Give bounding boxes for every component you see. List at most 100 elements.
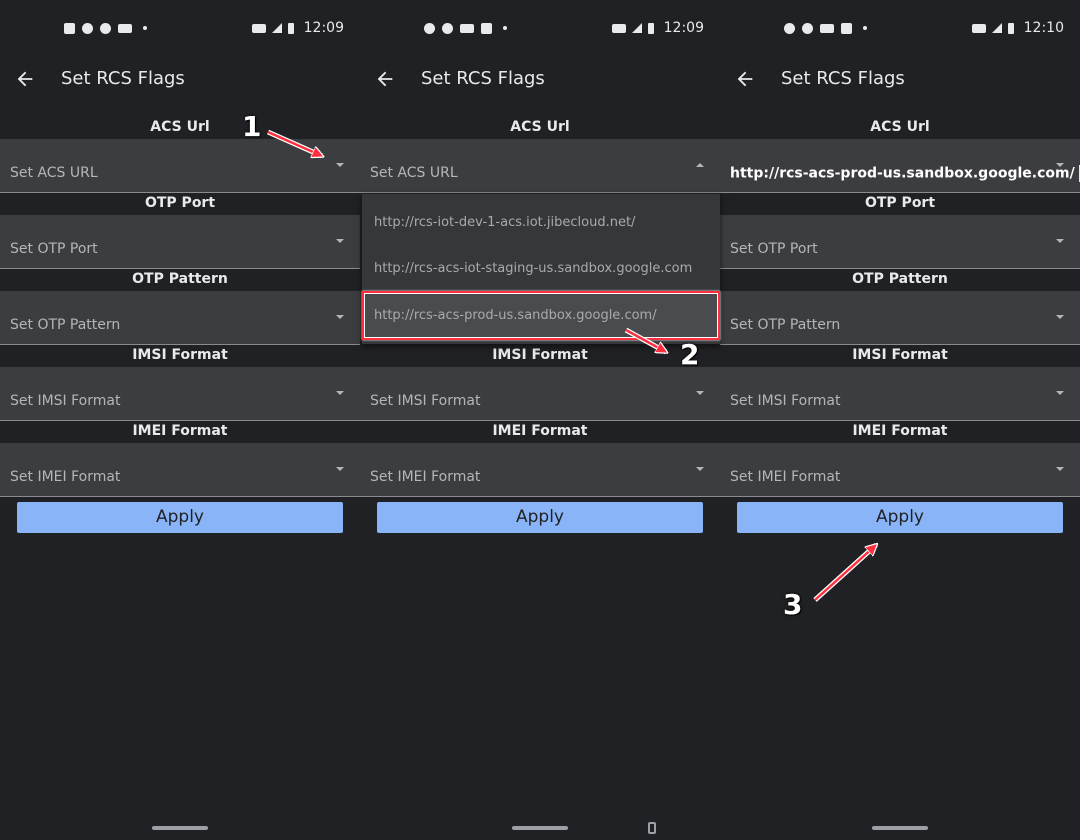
acs-url-label: ACS Url [510, 119, 570, 135]
nav-gesture-handle[interactable] [152, 826, 208, 830]
nav-gesture-handle[interactable] [512, 826, 568, 830]
annotation-number-1: 1 [242, 110, 262, 143]
system-icons: 12:10 [971, 19, 1064, 37]
imei-format-dropdown[interactable]: Set IMEI Format [0, 443, 360, 497]
dropdown-option-jibecloud[interactable]: http://rcs-iot-dev-1-acs.iot.jibecloud.n… [362, 200, 720, 246]
imei-format-value: Set IMEI Format [10, 469, 121, 485]
page-title: Set RCS Flags [781, 68, 905, 89]
dropdown-caret-icon [1056, 163, 1064, 167]
imei-format-dropdown[interactable]: Set IMEI Format [360, 443, 720, 497]
system-icons: 12:09 [251, 19, 344, 37]
battery-icon [1007, 22, 1014, 34]
selection-highlight-box [362, 291, 720, 340]
apply-button[interactable]: Apply [17, 502, 343, 533]
otp-pattern-value: Set OTP Pattern [730, 317, 841, 333]
back-arrow-icon[interactable] [734, 68, 756, 90]
imei-format-value: Set IMEI Format [370, 469, 481, 485]
s-app-icon [841, 22, 852, 34]
imei-format-value: Set IMEI Format [730, 469, 841, 485]
status-bar: 12:09 [0, 0, 360, 56]
otp-port-dropdown[interactable]: Set OTP Port [0, 215, 360, 269]
apply-button[interactable]: Apply [377, 502, 703, 533]
facebook-icon [784, 22, 795, 34]
acs-url-label: ACS Url [150, 119, 210, 135]
otp-pattern-value: Set OTP Pattern [10, 317, 121, 333]
dropdown-caret-icon [336, 163, 344, 167]
dropdown-caret-icon [1056, 467, 1064, 471]
imei-format-label: IMEI Format [492, 423, 588, 439]
imsi-format-dropdown[interactable]: Set IMSI Format [360, 367, 720, 421]
otp-port-label: OTP Port [144, 195, 216, 211]
status-time: 12:09 [303, 20, 344, 36]
more-notifications-icon [863, 26, 867, 30]
screen-1: 12:09 Set RCS Flags ACS Url Set ACS URL … [0, 0, 360, 840]
imei-format-label: IMEI Format [132, 423, 228, 439]
status-bar: 12:10 [720, 0, 1080, 56]
acs-url-dropdown[interactable]: Set ACS URL [0, 139, 360, 193]
battery-icon [647, 22, 654, 34]
rotate-icon[interactable] [648, 822, 656, 834]
screens-row: 12:09 Set RCS Flags ACS Url Set ACS URL … [0, 0, 1080, 840]
wifi-calling-icon [251, 23, 266, 33]
acs-url-label: ACS Url [870, 119, 930, 135]
pinwheel-icon [442, 22, 453, 34]
otp-port-value: Set OTP Port [730, 241, 818, 257]
image-notification-icon [64, 22, 75, 34]
dropdown-caret-icon [336, 239, 344, 243]
mail-icon [118, 23, 132, 33]
back-arrow-icon[interactable] [374, 68, 396, 90]
wifi-calling-icon [611, 23, 626, 33]
app-bar: Set RCS Flags [360, 56, 720, 104]
facebook-icon [424, 22, 435, 34]
more-notifications-icon [503, 26, 507, 30]
screen-2: 12:09 Set RCS Flags ACS Url Set ACS URL … [360, 0, 720, 840]
dropdown-caret-icon [696, 391, 704, 395]
otp-pattern-label: OTP Pattern [852, 271, 948, 287]
signal-icon [991, 23, 1002, 33]
acs-url-input[interactable]: http://rcs-acs-prod-us.sandbox.google.co… [720, 139, 1080, 193]
otp-port-value: Set OTP Port [10, 241, 98, 257]
otp-port-dropdown[interactable]: Set OTP Port [720, 215, 1080, 269]
signal-icon [631, 23, 642, 33]
imsi-format-dropdown[interactable]: Set IMSI Format [0, 367, 360, 421]
otp-pattern-label: OTP Pattern [132, 271, 228, 287]
apply-button[interactable]: Apply [737, 502, 1063, 533]
signal-icon [271, 23, 282, 33]
imsi-format-dropdown[interactable]: Set IMSI Format [720, 367, 1080, 421]
mail-icon [460, 23, 474, 33]
s-app-icon [481, 22, 492, 34]
imsi-format-value: Set IMSI Format [730, 393, 841, 409]
imei-format-label: IMEI Format [852, 423, 948, 439]
app-bar: Set RCS Flags [720, 56, 1080, 104]
dropdown-caret-icon [1056, 315, 1064, 319]
dropdown-caret-icon [1056, 239, 1064, 243]
acs-url-value: Set ACS URL [370, 165, 458, 181]
acs-url-value: http://rcs-acs-prod-us.sandbox.google.co… [730, 165, 1080, 182]
acs-url-dropdown[interactable]: Set ACS URL [360, 139, 720, 193]
otp-port-label: OTP Port [864, 195, 936, 211]
dropdown-caret-icon [696, 467, 704, 471]
imei-format-dropdown[interactable]: Set IMEI Format [720, 443, 1080, 497]
otp-pattern-dropdown[interactable]: Set OTP Pattern [0, 291, 360, 345]
page-title: Set RCS Flags [61, 68, 185, 89]
mail-icon [820, 23, 834, 33]
wifi-calling-icon [971, 23, 986, 33]
facebook-icon [82, 22, 93, 34]
dropdown-caret-icon [336, 467, 344, 471]
dropdown-caret-icon [336, 315, 344, 319]
annotation-number-3: 3 [783, 588, 803, 621]
pinwheel-icon [100, 22, 111, 34]
dropdown-caret-up-icon [696, 163, 704, 167]
pinwheel-icon [802, 22, 813, 34]
app-bar: Set RCS Flags [0, 56, 360, 104]
notification-icons [784, 20, 867, 36]
annotation-number-2: 2 [680, 338, 700, 371]
screen-3: 12:10 Set RCS Flags ACS Url http://rcs-a… [720, 0, 1080, 840]
dropdown-option-staging[interactable]: http://rcs-acs-iot-staging-us.sandbox.go… [362, 246, 720, 292]
dropdown-caret-icon [336, 391, 344, 395]
notification-icons [424, 20, 507, 36]
dropdown-caret-icon [1056, 391, 1064, 395]
otp-pattern-dropdown[interactable]: Set OTP Pattern [720, 291, 1080, 345]
back-arrow-icon[interactable] [14, 68, 36, 90]
nav-gesture-handle[interactable] [872, 826, 928, 830]
